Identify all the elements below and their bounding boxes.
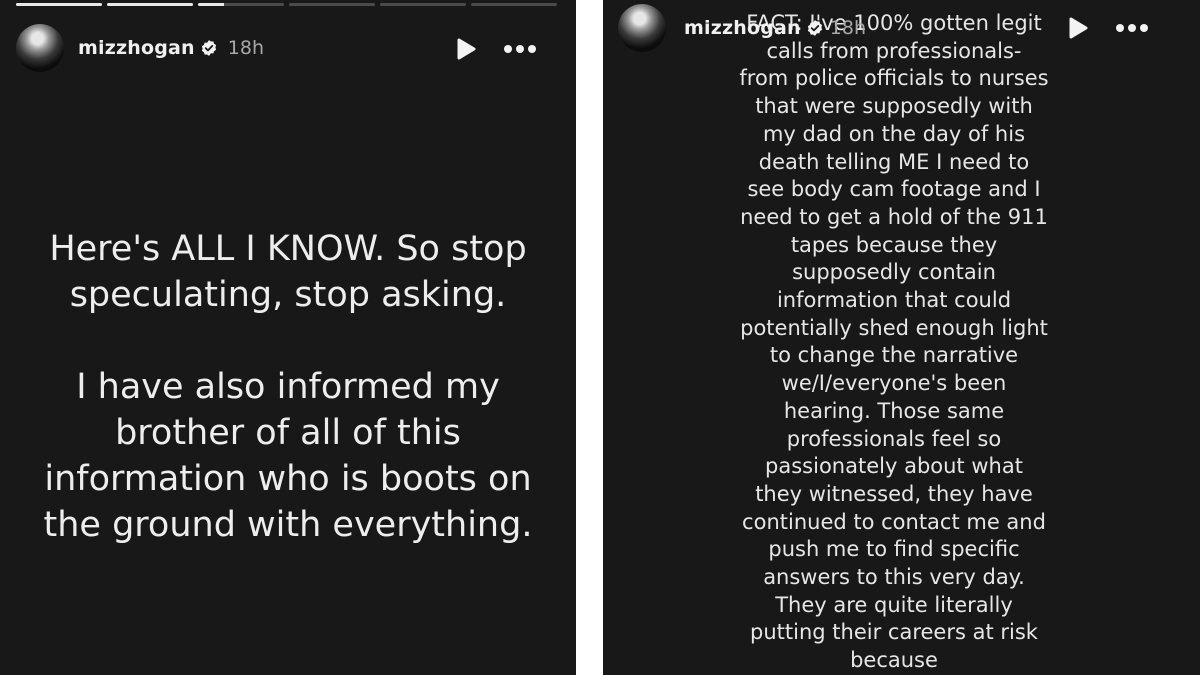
story-controls: [1067, 16, 1149, 40]
story-progress-bar: [16, 3, 557, 6]
story-panel-right: FACT: I've 100% gotten legit calls from …: [603, 0, 1200, 675]
avatar[interactable]: [16, 24, 64, 72]
username[interactable]: mizzhogan: [684, 17, 801, 39]
progress-segment: [107, 3, 193, 6]
progress-segment: [471, 3, 557, 6]
story-timestamp: 18h: [829, 17, 866, 39]
story-panel-left: mizzhogan 18h Here's ALL I KNOW. So stop…: [0, 0, 576, 675]
progress-segment-fill: [198, 3, 224, 6]
more-options-icon[interactable]: [1115, 23, 1149, 33]
verified-badge-icon: [201, 40, 216, 56]
story-paragraph: Here's ALL I KNOW. So stop speculating, …: [49, 229, 527, 315]
play-icon[interactable]: [455, 37, 477, 61]
progress-segment: [380, 3, 466, 6]
story-paragraph: I have also informed my brother of all o…: [43, 367, 533, 545]
more-options-icon[interactable]: [503, 44, 537, 54]
story-text: Here's ALL I KNOW. So stop speculating, …: [0, 226, 576, 548]
progress-segment: [16, 3, 102, 6]
progress-segment: [198, 3, 284, 6]
username[interactable]: mizzhogan: [78, 37, 195, 59]
story-controls: [455, 37, 537, 61]
story-text: FACT: I've 100% gotten legit calls from …: [739, 11, 1049, 673]
progress-segment-fill: [16, 3, 102, 6]
story-timestamp: 18h: [227, 37, 264, 59]
progress-segment-fill: [107, 3, 193, 6]
story-header: mizzhogan 18h: [618, 4, 866, 52]
progress-segment: [289, 3, 375, 6]
story-header: mizzhogan 18h: [16, 24, 264, 72]
play-icon[interactable]: [1067, 16, 1089, 40]
avatar[interactable]: [618, 4, 666, 52]
verified-badge-icon: [807, 20, 822, 36]
